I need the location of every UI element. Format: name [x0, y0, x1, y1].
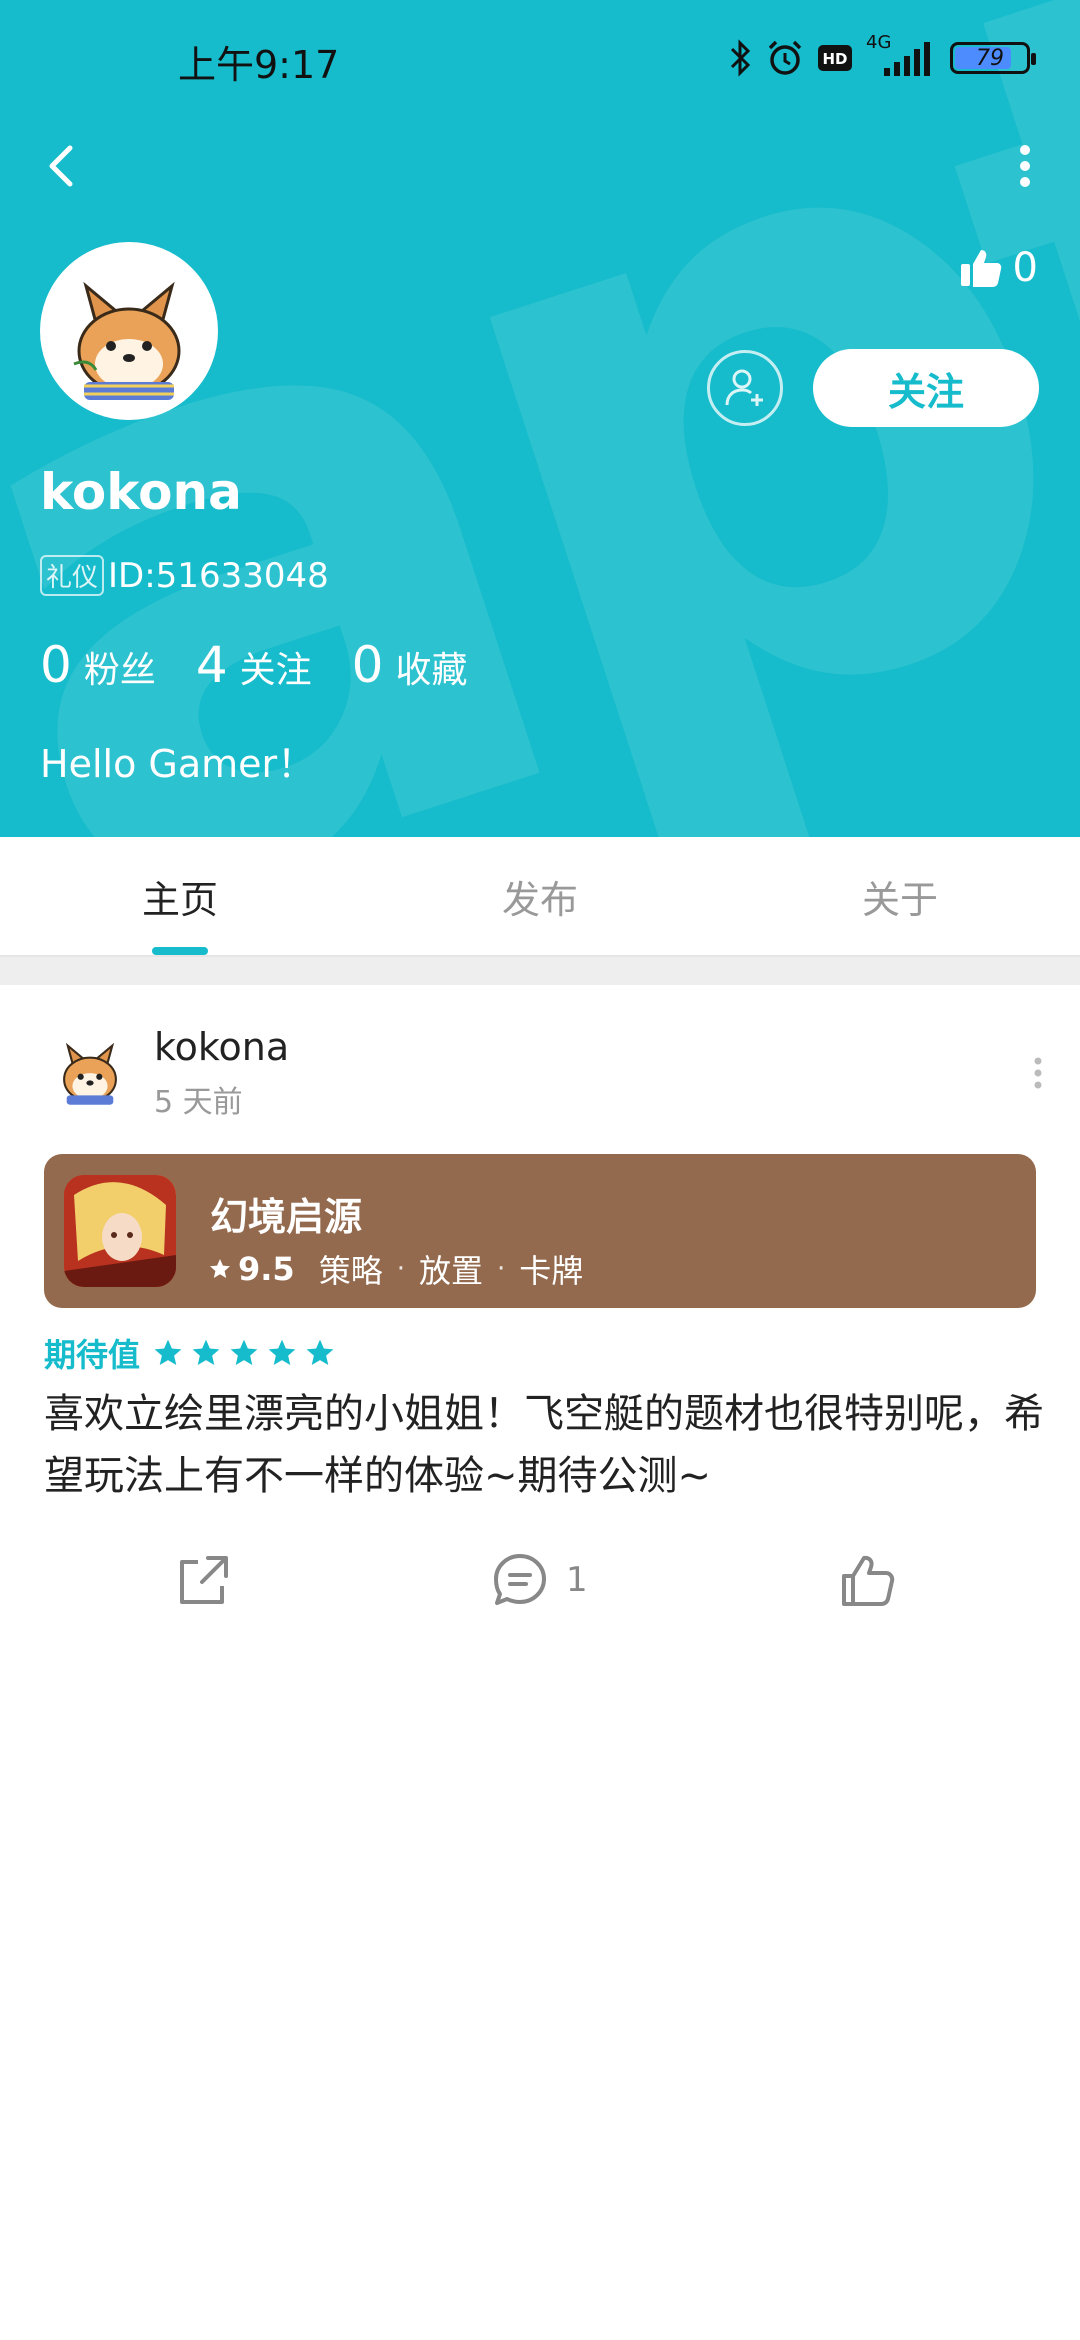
bluetooth-icon	[730, 39, 751, 77]
more-options-button[interactable]	[1000, 136, 1050, 196]
share-icon	[180, 1556, 228, 1604]
game-icon	[64, 1175, 176, 1287]
shiba-avatar-image	[44, 246, 214, 416]
post-header: kokona 5 天前	[46, 1025, 1046, 1125]
profile-header: apta 上午9:17 HD 4G 79 0 关注 kokona 礼仪 ID:5…	[0, 0, 1080, 837]
stat-following-count: 4	[195, 636, 228, 694]
star-icon	[230, 1339, 258, 1365]
comment-count: 1	[566, 1560, 588, 1600]
expectation-label: 期待值	[44, 1336, 141, 1374]
thumbs-up-icon	[842, 1555, 895, 1606]
game-meta: 9.5 策略 · 放置 · 卡牌	[208, 1246, 583, 1292]
post-time: 5 天前	[154, 1085, 243, 1120]
thumbs-up-filled-icon	[960, 250, 1001, 287]
profile-username: kokona	[40, 463, 242, 521]
game-score: 9.5	[238, 1250, 295, 1288]
more-vertical-icon	[1034, 1057, 1042, 1089]
genre-separator: ·	[396, 1254, 405, 1284]
expectation-rating: 期待值	[44, 1330, 336, 1376]
follow-button[interactable]: 关注	[813, 349, 1039, 427]
stat-fans-label: 粉丝	[83, 650, 156, 691]
star-icon	[306, 1339, 334, 1365]
status-time: 上午9:17	[178, 43, 340, 87]
battery-indicator: 79	[950, 42, 1036, 74]
svg-text:HD: HD	[822, 50, 847, 68]
section-divider	[0, 957, 1080, 985]
stat-following[interactable]: 4 关注	[196, 636, 312, 694]
genre-separator: ·	[496, 1254, 506, 1284]
stat-favorites[interactable]: 0 收藏	[352, 636, 468, 694]
stat-fans-count: 0	[40, 636, 72, 694]
chevron-left-icon	[49, 145, 73, 187]
game-character-image	[64, 1175, 176, 1287]
tab-about[interactable]: 关于	[720, 837, 1080, 955]
star-icon	[154, 1339, 182, 1365]
likes-count: 0	[1012, 245, 1038, 291]
likes-counter[interactable]: 0	[959, 245, 1038, 291]
game-name: 幻境启源	[210, 1195, 363, 1239]
add-user-icon	[725, 369, 763, 406]
stat-fans[interactable]: 0 粉丝	[40, 636, 156, 694]
hd-icon: HD	[818, 45, 852, 71]
game-genre-2: 放置	[418, 1252, 483, 1290]
profile-tabs: 主页 发布 关于	[0, 837, 1080, 957]
post-more-button[interactable]	[1028, 1053, 1048, 1093]
star-icon	[210, 1259, 230, 1278]
profile-bio: Hello Gamer！	[40, 742, 316, 786]
alarm-icon	[768, 40, 802, 75]
star-icon	[192, 1339, 220, 1365]
user-id: ID:51633048	[108, 555, 329, 596]
stat-following-label: 关注	[239, 650, 312, 691]
status-bar: 上午9:17 HD 4G 79	[0, 0, 1080, 118]
game-card[interactable]: 幻境启源 9.5 策略 · 放置 · 卡牌	[44, 1154, 1036, 1308]
back-button[interactable]	[38, 136, 88, 196]
tab-posts[interactable]: 发布	[360, 837, 720, 955]
post-actions: 1	[0, 1545, 1080, 1615]
tab-home[interactable]: 主页	[0, 837, 360, 955]
user-id-row: 礼仪 ID:51633048	[40, 555, 329, 596]
avatar[interactable]	[40, 242, 218, 420]
game-genre-3: 卡牌	[519, 1252, 584, 1290]
stat-favorites-count: 0	[351, 636, 384, 694]
share-button[interactable]	[172, 1545, 232, 1615]
post-author-avatar[interactable]	[46, 1025, 134, 1113]
stat-favorites-label: 收藏	[395, 650, 468, 691]
like-button[interactable]	[838, 1545, 898, 1615]
signal-icon: 4G	[866, 32, 936, 78]
active-tab-indicator	[152, 947, 208, 955]
more-vertical-icon	[1020, 145, 1030, 187]
expectation-stars	[152, 1337, 336, 1369]
post-content: 喜欢立绘里漂亮的小姐姐！飞空艇的题材也很特别呢，希望玩法上有不一样的体验~期待公…	[44, 1391, 1044, 1499]
game-genre-1: 策略	[318, 1252, 383, 1290]
user-tag-badge[interactable]: 礼仪	[40, 555, 105, 596]
comment-icon	[494, 1554, 546, 1605]
comment-button[interactable]: 1	[490, 1545, 588, 1615]
profile-stats: 0 粉丝 4 关注 0 收藏	[40, 636, 507, 694]
shiba-avatar-image	[46, 1025, 134, 1113]
post-author-name[interactable]: kokona	[154, 1025, 289, 1069]
star-icon	[268, 1339, 296, 1365]
status-icons: HD 4G 79	[728, 32, 1036, 80]
add-friend-button[interactable]	[707, 350, 783, 426]
